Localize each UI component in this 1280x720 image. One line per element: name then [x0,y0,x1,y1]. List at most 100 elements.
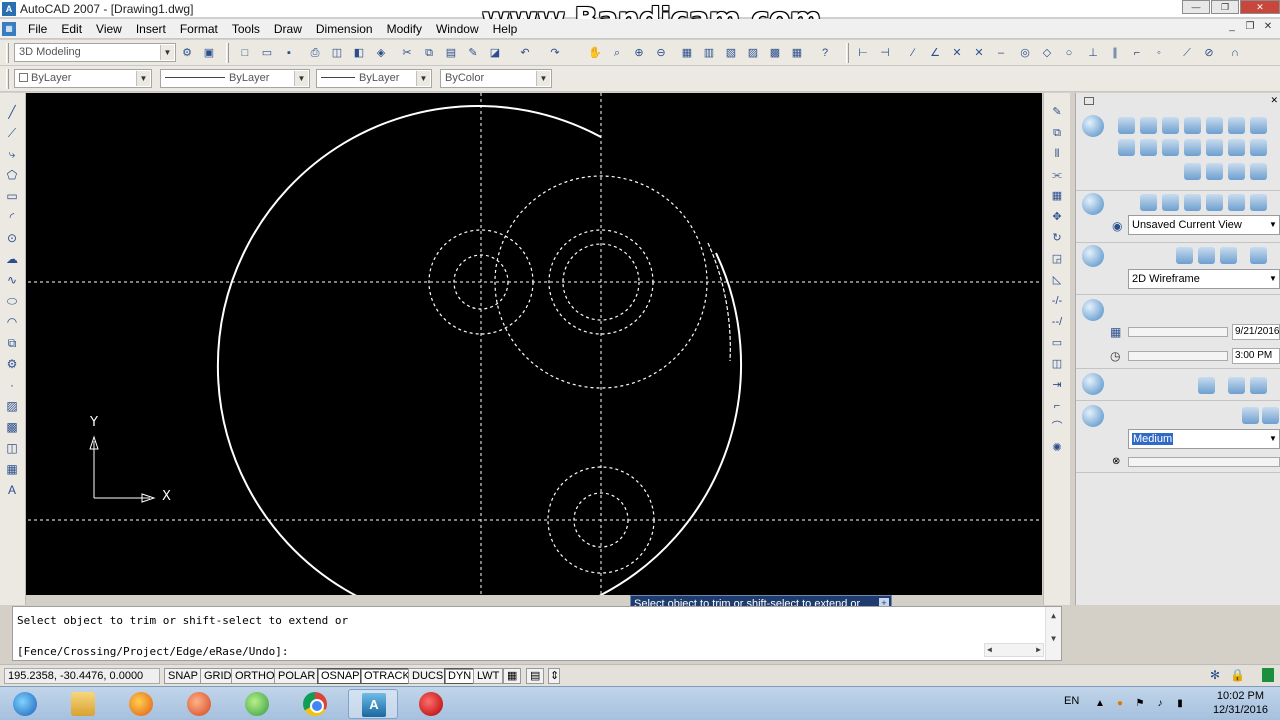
named-view-select[interactable]: Unsaved Current View ▼ [1128,215,1280,235]
scale-icon[interactable]: ◲ [1048,250,1066,268]
snap-endpoint-icon[interactable]: ∕ [904,44,922,62]
3d-wedge-icon[interactable] [1228,117,1245,134]
publish-icon[interactable]: ◧ [350,44,368,62]
subtract-icon[interactable] [1206,163,1223,180]
trim-icon[interactable]: -/- [1048,292,1066,310]
explode-icon[interactable]: ✺ [1048,439,1066,457]
extend-icon[interactable]: --/ [1048,313,1066,331]
start-button[interactable] [0,689,50,719]
ducs-toggle[interactable]: DUCS [408,668,448,684]
3d-extrude-icon[interactable] [1118,139,1135,156]
render-quality-select[interactable]: Medium ▼ [1128,429,1280,449]
realistic-style-icon[interactable] [1198,247,1215,264]
open-icon[interactable]: ▭ [258,44,276,62]
help-icon[interactable]: ? [816,44,834,62]
polyline-icon[interactable]: ⤷ [3,145,21,163]
snap-center-icon[interactable]: ◎ [1016,44,1034,62]
language-indicator[interactable]: EN [1064,695,1079,707]
osnap-toggle[interactable]: OSNAP [317,668,364,684]
spline-icon[interactable]: ∿ [3,271,21,289]
volume-icon[interactable]: ♪ [1154,698,1166,710]
3d-presspull-icon[interactable] [1206,139,1223,156]
toolbar-grip[interactable] [226,43,229,63]
date-slider[interactable] [1128,327,1228,337]
restore-button[interactable]: ❐ [1211,0,1239,14]
command-prompt[interactable]: [Fence/Crossing/Project/Edge/eRase/Undo]… [17,645,289,658]
minimize-button[interactable]: — [1182,0,1210,14]
conceptual-style-icon[interactable] [1220,247,1237,264]
circle-icon[interactable]: ⊙ [3,229,21,247]
perspective-icon[interactable] [1250,194,1267,211]
snap-extension-icon[interactable]: – [992,44,1010,62]
3d-cone-icon[interactable] [1162,117,1179,134]
save-icon[interactable]: ▪ [280,44,298,62]
sheet-set-icon[interactable]: ▨ [744,44,762,62]
toolbar-grip[interactable] [6,69,9,89]
close-button[interactable]: ✕ [1240,0,1280,14]
gradient-icon[interactable]: ▩ [3,418,21,436]
calculator-icon[interactable]: ▦ [788,44,806,62]
visual-style-manager-icon[interactable] [1250,247,1267,264]
zoom-realtime-icon[interactable]: ⌕ [608,44,626,62]
model-space-icon[interactable]: ▦ [503,668,521,684]
outer-boundary-arc[interactable] [216,105,742,595]
design-center-icon[interactable]: ▥ [700,44,718,62]
snap-insert-icon[interactable]: ⌐ [1128,44,1146,62]
3d-pyramid-icon[interactable] [1250,117,1267,134]
doc-minimize-button[interactable]: _ [1224,21,1240,35]
layout-icon[interactable]: ▤ [526,668,544,684]
3d-sphere-icon[interactable] [1184,117,1201,134]
polygon-icon[interactable]: ⬠ [3,166,21,184]
otrack-toggle[interactable]: OTRACK [360,668,414,684]
autocad-app-icon[interactable]: A [2,2,16,16]
markup-icon[interactable]: ▩ [766,44,784,62]
render-close-icon[interactable]: ⊗ [1112,456,1120,467]
construction-line-icon[interactable]: ⟋ [3,124,21,142]
undo-icon[interactable]: ↶ [516,44,534,62]
menu-file[interactable]: File [28,22,47,36]
join-icon[interactable]: ⇥ [1048,376,1066,394]
drawing-svg[interactable] [26,93,1042,595]
render-window-icon[interactable] [1262,407,1279,424]
menu-tools[interactable]: Tools [232,22,260,36]
snap-nearest-icon[interactable]: ⟋ [1178,44,1196,62]
hatch-icon[interactable]: ▨ [3,397,21,415]
snap-perpendicular-icon[interactable]: ⊥ [1084,44,1102,62]
document-icon[interactable]: ▦ [2,22,16,36]
region-icon[interactable]: ◫ [3,439,21,457]
render-icon[interactable] [1242,407,1259,424]
3d-pan-icon[interactable] [1140,194,1157,211]
scroll-down-icon[interactable]: ▼ [1046,634,1061,643]
bandicam-tray-icon[interactable]: ● [1114,698,1126,710]
menu-edit[interactable]: Edit [61,22,82,36]
workspace-settings-icon[interactable]: ⚙ [178,44,196,62]
time-slider[interactable] [1128,351,1228,361]
3d-section-icon[interactable] [1250,139,1267,156]
break-at-point-icon[interactable]: ▭ [1048,334,1066,352]
snap-intersection-icon[interactable]: ✕ [948,44,966,62]
zoom-previous-icon[interactable]: ⊖ [652,44,670,62]
time-field[interactable]: 3:00 PM [1232,348,1280,364]
snap-toggle[interactable]: SNAP [164,668,202,684]
coordinate-display[interactable]: 195.2358, -30.4476, 0.0000 [4,668,160,684]
new-icon[interactable]: □ [236,44,254,62]
3d-zoom-icon[interactable] [1162,194,1179,211]
tool-palettes-icon[interactable]: ▧ [722,44,740,62]
scroll-left-icon[interactable]: ◀ [987,645,992,654]
menu-insert[interactable]: Insert [136,22,166,36]
copy-icon[interactable]: ⧉ [420,44,438,62]
3d-camera-icon[interactable] [1228,194,1245,211]
table-icon[interactable]: ▦ [3,460,21,478]
zoom-window-icon[interactable]: ⊕ [630,44,648,62]
stretch-icon[interactable]: ◺ [1048,271,1066,289]
menu-dimension[interactable]: Dimension [316,22,373,36]
pan-icon[interactable]: ✋ [586,44,604,62]
insert-block-icon[interactable]: ⧉ [3,334,21,352]
color-control[interactable]: ByLayer ▼ [14,69,152,88]
chamfer-icon[interactable]: ⌐ [1048,397,1066,415]
point-icon[interactable]: · [3,376,21,394]
menu-format[interactable]: Format [180,22,218,36]
3d-orbit-icon[interactable] [1184,194,1201,211]
line-icon[interactable]: ╱ [3,103,21,121]
redo-icon[interactable]: ↷ [546,44,564,62]
